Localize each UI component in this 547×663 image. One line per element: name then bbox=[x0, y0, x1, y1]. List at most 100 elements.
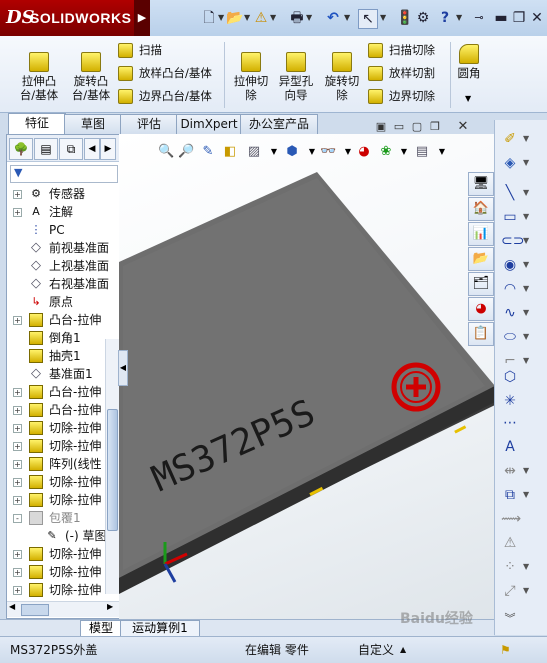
boundary-boss-button[interactable]: 边界凸台/基体 bbox=[118, 87, 212, 105]
toolbar-more-chevron-icon[interactable]: ︾ bbox=[501, 610, 519, 628]
tree-item[interactable]: + 切除-拉伸 bbox=[7, 545, 120, 563]
expand-icon[interactable]: + bbox=[13, 550, 22, 559]
tab-office-products[interactable]: 办公室产品 bbox=[240, 114, 318, 135]
open-dropdown-icon[interactable]: ▼ bbox=[244, 9, 252, 27]
hide-show-dropdown-icon[interactable]: ▼ bbox=[340, 144, 356, 160]
search-folder-icon[interactable]: 📂 bbox=[468, 247, 494, 271]
hole-wizard-button[interactable]: 异型孔 向导 bbox=[274, 52, 318, 102]
slot-dropdown-icon[interactable]: ▼ bbox=[523, 232, 531, 250]
scroll-left-arrow-icon[interactable]: ◀ bbox=[9, 602, 15, 611]
tree-item[interactable]: + 切除-拉伸 bbox=[7, 419, 120, 437]
polygon-icon[interactable]: ⬡ bbox=[501, 368, 519, 386]
solidworks-resources-icon[interactable]: 🖥 bbox=[468, 172, 494, 196]
tree-item[interactable]: + A 注解 bbox=[7, 203, 120, 221]
spline-icon[interactable]: ∿ bbox=[501, 304, 519, 322]
line-icon[interactable]: ╲ bbox=[501, 184, 519, 202]
text-icon[interactable]: A bbox=[501, 438, 519, 456]
configuration-tab-icon[interactable]: ⧉ bbox=[59, 138, 83, 160]
zoom-to-fit-icon[interactable]: 🔍 bbox=[158, 144, 174, 160]
fillet-sketch-dropdown-icon[interactable]: ▼ bbox=[523, 352, 531, 370]
tree-item[interactable]: + ⚙ 传感器 bbox=[7, 185, 120, 203]
status-custom-units[interactable]: 自定义 bbox=[358, 639, 394, 661]
point-icon[interactable]: ✳ bbox=[501, 392, 519, 410]
revolve-cut-button[interactable]: 旋转切 除 bbox=[320, 52, 364, 102]
help-dropdown-icon[interactable]: ▼ bbox=[456, 9, 464, 27]
print-dropdown-icon[interactable]: ▼ bbox=[306, 9, 314, 27]
tab-model[interactable]: 模型 bbox=[80, 620, 122, 637]
extrude-boss-button[interactable]: 拉伸凸 台/基体 bbox=[14, 52, 64, 102]
file-explorer-icon[interactable]: 📊 bbox=[468, 222, 494, 246]
menu-expand-arrow-icon[interactable]: ▶ bbox=[134, 0, 150, 36]
trim-entities-icon[interactable]: ⚠ bbox=[501, 534, 519, 552]
tree-item[interactable]: - 包覆1 bbox=[7, 509, 120, 527]
previous-view-icon[interactable]: ✎ bbox=[200, 144, 216, 160]
sketch-icon[interactable]: ✐ bbox=[501, 130, 519, 148]
expand-icon[interactable]: + bbox=[13, 406, 22, 415]
view-orientation-icon[interactable]: ▨ bbox=[246, 144, 262, 160]
panel-scroll-left-icon[interactable]: ◀ bbox=[84, 138, 100, 160]
tree-scroll-thumb[interactable] bbox=[107, 409, 118, 531]
open-folder-icon[interactable]: 📂 bbox=[226, 9, 244, 27]
smart-dimension-icon[interactable]: ◈ bbox=[501, 154, 519, 172]
options-icon[interactable]: ⚙ bbox=[414, 9, 432, 27]
tree-filter-input[interactable]: ▼ bbox=[10, 165, 118, 183]
view-palette-icon[interactable]: 🗂 bbox=[468, 272, 494, 296]
expand-icon[interactable]: + bbox=[13, 190, 22, 199]
section-view-icon[interactable]: ◧ bbox=[222, 144, 238, 160]
print-icon[interactable]: 🖶 bbox=[288, 9, 306, 27]
display-style-dropdown-icon[interactable]: ▼ bbox=[304, 144, 320, 160]
tree-item[interactable]: ◇ 右视基准面 bbox=[7, 275, 120, 293]
spline-dropdown-icon[interactable]: ▼ bbox=[523, 304, 531, 322]
tree-item[interactable]: + 凸台-拉伸 bbox=[7, 401, 120, 419]
apply-scene-icon[interactable]: ❀ bbox=[378, 144, 394, 160]
tree-item[interactable]: ↳ 原点 bbox=[7, 293, 120, 311]
apply-scene-dropdown-icon[interactable]: ▼ bbox=[396, 144, 412, 160]
move-entities-icon[interactable]: ⤢ bbox=[501, 582, 519, 600]
sketch-dropdown-icon[interactable]: ▼ bbox=[523, 130, 531, 148]
arc-icon[interactable]: ◠ bbox=[501, 280, 519, 298]
graphics-viewport[interactable]: MS372P5S bbox=[119, 134, 494, 619]
rectangle-icon[interactable]: ▭ bbox=[501, 208, 519, 226]
help-icon[interactable]: ? bbox=[436, 9, 454, 27]
viewport-close-icon[interactable]: ✕ bbox=[456, 120, 470, 133]
tree-item[interactable]: ⋮ PC bbox=[7, 221, 120, 239]
expand-icon[interactable]: + bbox=[13, 208, 22, 217]
scroll-right-arrow-icon[interactable]: ▶ bbox=[107, 602, 113, 611]
horizontal-scroll-thumb[interactable] bbox=[21, 604, 49, 616]
tree-item[interactable]: 抽壳1 bbox=[7, 347, 120, 365]
expand-icon[interactable]: + bbox=[13, 568, 22, 577]
new-document-icon[interactable]: 🗋 bbox=[200, 9, 218, 27]
boundary-cut-button[interactable]: 边界切除 bbox=[368, 87, 435, 105]
fillet-dropdown-icon[interactable]: ▼ bbox=[465, 94, 471, 103]
minimize-icon[interactable]: ▬ bbox=[492, 9, 510, 27]
tree-item[interactable]: + 切除-拉伸 bbox=[7, 581, 120, 599]
hide-show-items-icon[interactable]: 👓 bbox=[320, 144, 336, 160]
close-icon[interactable]: ✕ bbox=[528, 9, 546, 27]
select-pointer-icon[interactable]: ↖ bbox=[358, 9, 378, 29]
view-settings-dropdown-icon[interactable]: ▼ bbox=[434, 144, 450, 160]
linear-pattern-icon[interactable]: ⁘ bbox=[501, 558, 519, 576]
tree-horizontal-scrollbar[interactable]: ◀ ▶ bbox=[7, 601, 120, 617]
pin-icon[interactable]: ⊸ bbox=[470, 9, 488, 27]
view-settings-icon[interactable]: ▤ bbox=[414, 144, 430, 160]
panel-scroll-right-icon[interactable]: ▶ bbox=[100, 138, 116, 160]
convert-dropdown-icon[interactable]: ▼ bbox=[523, 486, 531, 504]
dimension-dropdown-icon[interactable]: ▼ bbox=[523, 154, 531, 172]
tree-item[interactable]: ◇ 基准面1 bbox=[7, 365, 120, 383]
expand-icon[interactable]: + bbox=[13, 316, 22, 325]
swept-cut-button[interactable]: 扫描切除 bbox=[368, 41, 435, 59]
tree-item[interactable]: + 凸台-拉伸 bbox=[7, 311, 120, 329]
convert-entities-icon[interactable]: ⧉ bbox=[501, 486, 519, 504]
rebuild-dropdown-icon[interactable]: ▼ bbox=[270, 9, 278, 27]
circle-icon[interactable]: ◉ bbox=[501, 256, 519, 274]
zoom-to-area-icon[interactable]: 🔎 bbox=[178, 144, 194, 160]
new-dropdown-icon[interactable]: ▼ bbox=[218, 9, 226, 27]
line-dropdown-icon[interactable]: ▼ bbox=[523, 184, 531, 202]
expand-icon[interactable]: + bbox=[13, 388, 22, 397]
edit-appearance-icon[interactable]: ◕ bbox=[356, 144, 372, 160]
expand-icon[interactable]: + bbox=[13, 478, 22, 487]
tab-sketch[interactable]: 草图 bbox=[64, 114, 122, 135]
tab-motion-study-1[interactable]: 运动算例1 bbox=[120, 620, 200, 637]
pattern-dropdown-icon[interactable]: ▼ bbox=[523, 558, 531, 576]
tree-item[interactable]: + 切除-拉伸 bbox=[7, 491, 120, 509]
